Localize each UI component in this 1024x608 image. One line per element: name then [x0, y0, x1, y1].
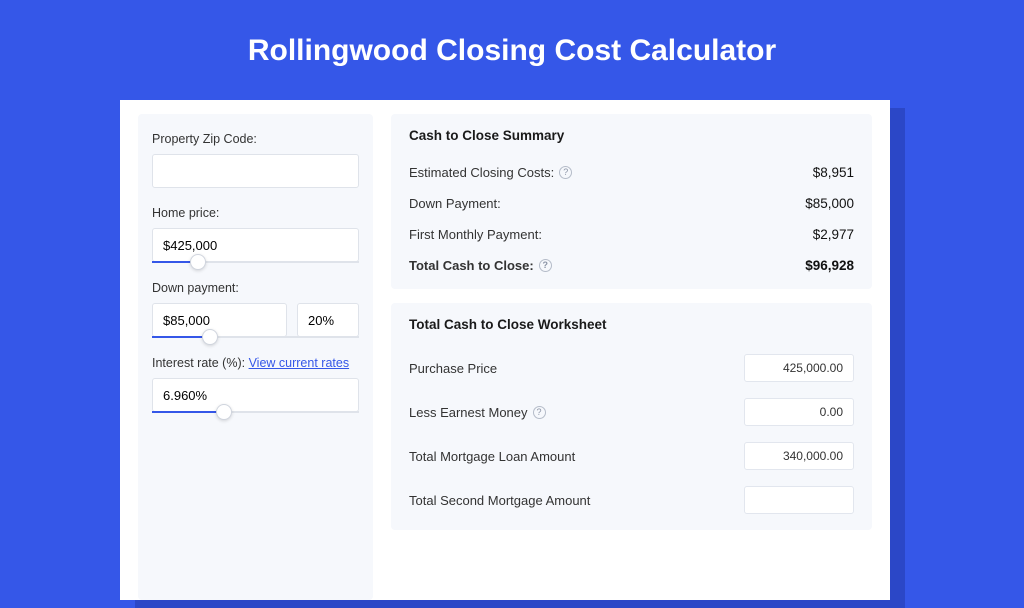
summary-title: Cash to Close Summary	[409, 128, 854, 143]
summary-value: $85,000	[805, 196, 854, 211]
home-price-slider[interactable]	[152, 261, 359, 263]
worksheet-label: Less Earnest Money?	[409, 405, 546, 420]
summary-label: Estimated Closing Costs:?	[409, 165, 572, 180]
summary-label-text: Estimated Closing Costs:	[409, 165, 554, 180]
zip-input[interactable]	[152, 154, 359, 188]
worksheet-label-text: Purchase Price	[409, 361, 497, 376]
worksheet-label-text: Total Second Mortgage Amount	[409, 493, 590, 508]
field-home-price: Home price:	[152, 206, 359, 263]
summary-label: Down Payment:	[409, 196, 501, 211]
worksheet-title: Total Cash to Close Worksheet	[409, 317, 854, 332]
summary-label: First Monthly Payment:	[409, 227, 542, 242]
slider-thumb-icon[interactable]	[216, 404, 232, 420]
summary-value: $2,977	[813, 227, 854, 242]
summary-row: Down Payment: $85,000	[409, 188, 854, 219]
help-icon[interactable]: ?	[559, 166, 572, 179]
worksheet-value-input[interactable]	[744, 354, 854, 382]
field-down-payment: Down payment:	[152, 281, 359, 338]
summary-value: $8,951	[813, 165, 854, 180]
worksheet-row: Purchase Price	[409, 346, 854, 390]
summary-label: Total Cash to Close:?	[409, 258, 552, 273]
help-icon[interactable]: ?	[533, 406, 546, 419]
slider-thumb-icon[interactable]	[190, 254, 206, 270]
calculator-card: Property Zip Code: Home price: Down paym…	[120, 100, 890, 600]
worksheet-value-input[interactable]	[744, 398, 854, 426]
worksheet-label-text: Total Mortgage Loan Amount	[409, 449, 575, 464]
view-rates-link[interactable]: View current rates	[249, 356, 350, 370]
worksheet-label-text: Less Earnest Money	[409, 405, 528, 420]
summary-label-text: Down Payment:	[409, 196, 501, 211]
interest-rate-input[interactable]	[152, 378, 359, 412]
summary-label-text: First Monthly Payment:	[409, 227, 542, 242]
summary-label-text: Total Cash to Close:	[409, 258, 534, 273]
help-icon[interactable]: ?	[539, 259, 552, 272]
summary-row: Total Cash to Close:? $96,928	[409, 250, 854, 281]
worksheet-value-input[interactable]	[744, 442, 854, 470]
summary-value: $96,928	[805, 258, 854, 273]
worksheet-label: Purchase Price	[409, 361, 497, 376]
interest-rate-label: Interest rate (%): View current rates	[152, 356, 359, 370]
home-price-label: Home price:	[152, 206, 359, 220]
zip-label: Property Zip Code:	[152, 132, 359, 146]
field-zip: Property Zip Code:	[152, 132, 359, 188]
summary-row: First Monthly Payment: $2,977	[409, 219, 854, 250]
interest-rate-label-text: Interest rate (%):	[152, 356, 249, 370]
slider-thumb-icon[interactable]	[202, 329, 218, 345]
worksheet-label: Total Mortgage Loan Amount	[409, 449, 575, 464]
interest-rate-slider[interactable]	[152, 411, 359, 413]
worksheet-row: Total Second Mortgage Amount	[409, 478, 854, 522]
down-payment-label: Down payment:	[152, 281, 359, 295]
results-column: Cash to Close Summary Estimated Closing …	[391, 114, 872, 600]
down-payment-slider[interactable]	[152, 336, 359, 338]
field-interest-rate: Interest rate (%): View current rates	[152, 356, 359, 413]
worksheet-row: Less Earnest Money?	[409, 390, 854, 434]
down-payment-pct-input[interactable]	[297, 303, 359, 337]
down-payment-input[interactable]	[152, 303, 287, 337]
summary-row: Estimated Closing Costs:? $8,951	[409, 157, 854, 188]
worksheet-label: Total Second Mortgage Amount	[409, 493, 590, 508]
cash-to-close-summary-panel: Cash to Close Summary Estimated Closing …	[391, 114, 872, 289]
inputs-panel: Property Zip Code: Home price: Down paym…	[138, 114, 373, 600]
home-price-input[interactable]	[152, 228, 359, 262]
worksheet-panel: Total Cash to Close Worksheet Purchase P…	[391, 303, 872, 530]
worksheet-value-input[interactable]	[744, 486, 854, 514]
worksheet-row: Total Mortgage Loan Amount	[409, 434, 854, 478]
page-title: Rollingwood Closing Cost Calculator	[0, 0, 1024, 94]
